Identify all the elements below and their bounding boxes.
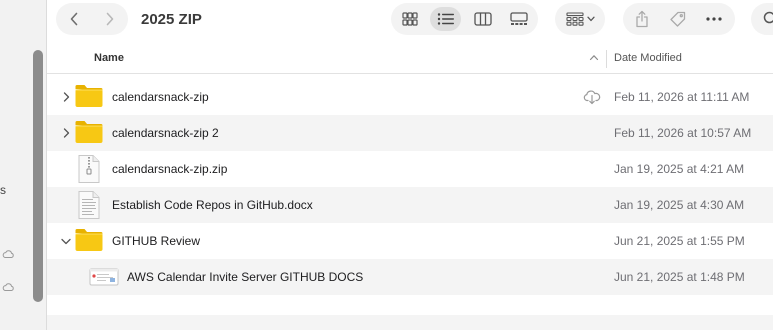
file-date: Feb 11, 2026 at 11:11 AM — [614, 90, 750, 104]
view-mode-group — [391, 3, 538, 35]
empty-row — [47, 315, 773, 330]
folder-icon — [75, 229, 103, 251]
search-icon — [763, 11, 773, 24]
file-date: Jun 21, 2025 at 1:48 PM — [614, 270, 745, 284]
back-button[interactable] — [56, 3, 92, 35]
columns-icon — [473, 12, 492, 26]
file-date: Feb 11, 2026 at 10:57 AM — [614, 126, 752, 140]
file-name: calendarsnack-zip 2 — [112, 126, 219, 140]
file-row[interactable]: GITHUB Review Jun 21, 2025 at 1:55 PM — [47, 223, 773, 259]
column-header: Name Date Modified — [47, 44, 773, 74]
window-title: 2025 ZIP — [141, 11, 202, 28]
disclosure-triangle[interactable] — [61, 235, 71, 247]
icloud-icon — [2, 250, 14, 258]
folder-icon — [75, 121, 103, 143]
sidebar-item-label: s — [0, 183, 6, 197]
file-list: calendarsnack-zip Feb 11, 2026 at 11:11 … — [47, 79, 773, 295]
chevron-left-icon — [70, 12, 78, 26]
file-name: calendarsnack-zip.zip — [112, 162, 228, 176]
chevron-down-icon — [61, 238, 71, 244]
disclosure-triangle[interactable] — [61, 127, 71, 139]
gallery-icon — [509, 12, 528, 25]
sort-ascending-icon[interactable] — [589, 54, 599, 61]
ellipsis-icon — [706, 17, 722, 21]
list-icon — [437, 13, 454, 25]
file-name: AWS Calendar Invite Server GITHUB DOCS — [127, 270, 364, 284]
file-row[interactable]: Establish Code Repos in GitHub.docx Jan … — [47, 187, 773, 223]
toolbar: 2025 ZIP — [47, 0, 773, 40]
column-view-button[interactable] — [467, 7, 498, 31]
zip-file-icon — [78, 155, 100, 183]
actions-group — [623, 3, 735, 35]
icloud-icon — [2, 283, 14, 291]
finder-main: 2025 ZIP Name Date Modified calendarsnac… — [47, 0, 773, 330]
list-view-button[interactable] — [430, 7, 461, 31]
icon-view-button[interactable] — [394, 7, 425, 31]
group-by-button[interactable] — [555, 3, 605, 35]
navigation-group — [56, 3, 128, 35]
share-button[interactable] — [628, 7, 656, 31]
file-date: Jun 21, 2025 at 1:55 PM — [614, 234, 745, 248]
group-icon — [565, 12, 584, 26]
share-icon — [636, 10, 648, 28]
name-column-header[interactable]: Name — [94, 52, 124, 64]
file-name: GITHUB Review — [112, 234, 201, 248]
file-row[interactable]: AWS Calendar Invite Server GITHUB DOCS J… — [47, 259, 773, 295]
column-divider[interactable] — [606, 50, 607, 68]
gallery-view-button[interactable] — [503, 7, 534, 31]
disclosure-triangle[interactable] — [61, 91, 71, 103]
file-row[interactable]: calendarsnack-zip Feb 11, 2026 at 11:11 … — [47, 79, 773, 115]
sidebar: s — [0, 0, 47, 330]
icon-grid-icon — [401, 12, 418, 26]
chevron-right-icon — [106, 12, 114, 26]
search-button[interactable] — [751, 3, 773, 35]
document-icon — [78, 191, 100, 219]
date-modified-column-header[interactable]: Date Modified — [614, 52, 682, 64]
file-row[interactable]: calendarsnack-zip.zip Jan 19, 2025 at 4:… — [47, 151, 773, 187]
tag-icon — [670, 11, 686, 27]
folder-icon — [75, 85, 103, 107]
chevron-down-icon — [586, 16, 595, 22]
more-actions-button[interactable] — [700, 7, 728, 31]
sidebar-scrollbar[interactable] — [33, 50, 43, 302]
file-date: Jan 19, 2025 at 4:30 AM — [614, 198, 745, 212]
file-name: Establish Code Repos in GitHub.docx — [112, 198, 313, 212]
file-date: Jan 19, 2025 at 4:21 AM — [614, 162, 745, 176]
icloud-download-icon[interactable] — [583, 89, 601, 105]
forward-button[interactable] — [92, 3, 128, 35]
screenshot-thumbnail-icon — [89, 268, 119, 286]
chevron-right-icon — [63, 128, 69, 138]
file-row[interactable]: calendarsnack-zip 2 Feb 11, 2026 at 10:5… — [47, 115, 773, 151]
file-name: calendarsnack-zip — [112, 90, 209, 104]
chevron-right-icon — [63, 92, 69, 102]
tag-button[interactable] — [664, 7, 692, 31]
